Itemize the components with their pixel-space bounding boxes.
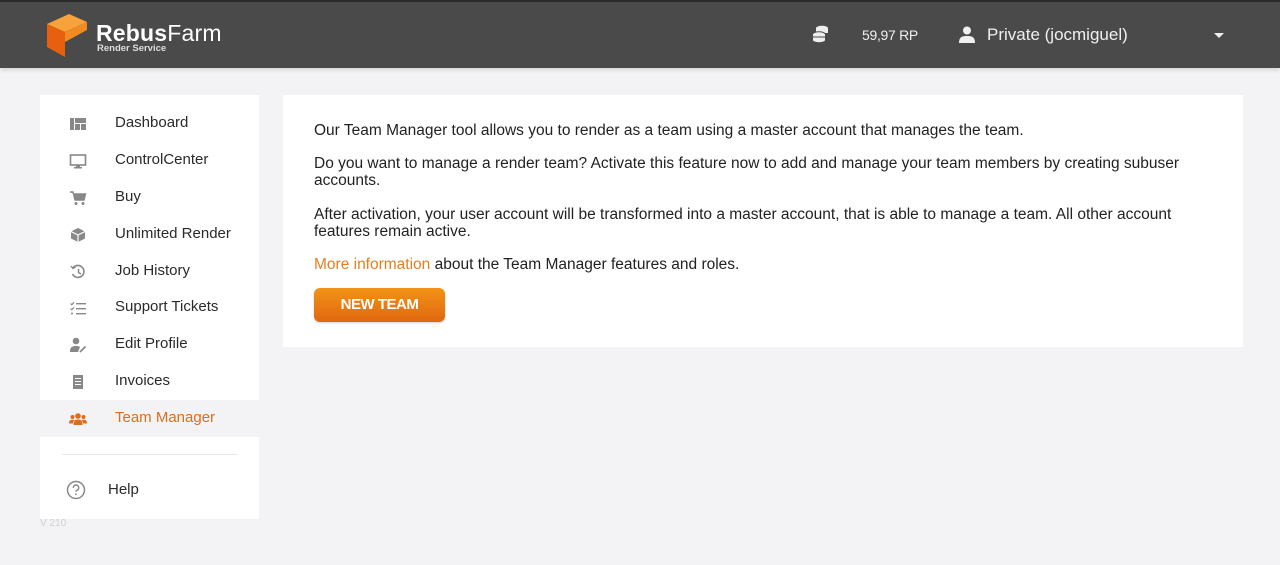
cube-logo-icon (47, 14, 87, 57)
monitor-icon (69, 154, 87, 169)
sidebar-item-edit-profile[interactable]: Edit Profile (40, 326, 259, 363)
logo-subtitle: Render Service (97, 43, 167, 54)
sidebar-item-job-history[interactable]: Job History (40, 253, 259, 290)
dashboard-icon (70, 118, 86, 130)
sidebar-item-unlimited-render[interactable]: Unlimited Render (40, 216, 259, 253)
sidebar-item-label: Job History (115, 262, 191, 279)
sidebar-item-controlcenter[interactable]: ControlCenter (40, 142, 259, 179)
credits-balance: 59,97 RP (862, 27, 918, 43)
cube-icon (70, 228, 86, 242)
sidebar-item-label: Dashboard (115, 114, 189, 131)
top-bar: RebusFarm Render Service 59,97 RP Privat… (0, 0, 1280, 68)
sidebar-divider (62, 454, 237, 455)
activation-info-text: After activation, your user account will… (314, 206, 1172, 240)
team-icon (69, 413, 87, 425)
history-icon (70, 264, 85, 279)
coins-icon (813, 25, 828, 43)
sidebar-item-label: Invoices (115, 372, 171, 389)
version-label: V 210 (40, 518, 67, 529)
sidebar-item-buy[interactable]: Buy (40, 179, 259, 216)
activate-text: Do you want to manage a render team? Act… (314, 155, 1180, 189)
new-team-button[interactable]: NEW TEAM (314, 288, 445, 322)
user-edit-icon (70, 337, 87, 353)
team-manager-card: Our Team Manager tool allows you to rend… (283, 95, 1243, 347)
sidebar-item-dashboard[interactable]: Dashboard (40, 105, 259, 142)
user-icon (959, 26, 975, 43)
sidebar-item-label: Buy (115, 188, 141, 205)
sidebar-item-label: Support Tickets (115, 298, 219, 315)
cart-icon (70, 191, 87, 205)
account-name[interactable]: Private (jocmiguel) (987, 25, 1128, 45)
sidebar-item-team-manager[interactable]: Team Manager (40, 400, 259, 437)
more-info-text: More information about the Team Manager … (314, 256, 1194, 273)
sidebar-item-label: Edit Profile (115, 335, 188, 352)
sidebar-item-invoices[interactable]: Invoices (40, 363, 259, 400)
sidebar-nav: Dashboard ControlCenter Buy Unlimited Re… (40, 95, 259, 519)
rebusfarm-logo[interactable]: RebusFarm Render Service (45, 12, 245, 60)
sidebar-item-label: Team Manager (115, 409, 216, 426)
sidebar-item-label: Unlimited Render (115, 225, 231, 242)
sidebar-item-help[interactable]: Help (40, 471, 259, 507)
more-info-rest: about the Team Manager features and role… (430, 256, 740, 273)
account-dropdown-caret-icon[interactable] (1214, 33, 1224, 38)
intro-text: Our Team Manager tool allows you to rend… (314, 122, 1024, 139)
help-icon (66, 480, 86, 500)
receipt-icon (73, 375, 83, 389)
checklist-icon (70, 301, 86, 315)
more-information-link[interactable]: More information (314, 256, 430, 273)
sidebar-item-label: ControlCenter (115, 151, 209, 168)
sidebar-item-support-tickets[interactable]: Support Tickets (40, 289, 259, 326)
help-label: Help (108, 481, 139, 498)
